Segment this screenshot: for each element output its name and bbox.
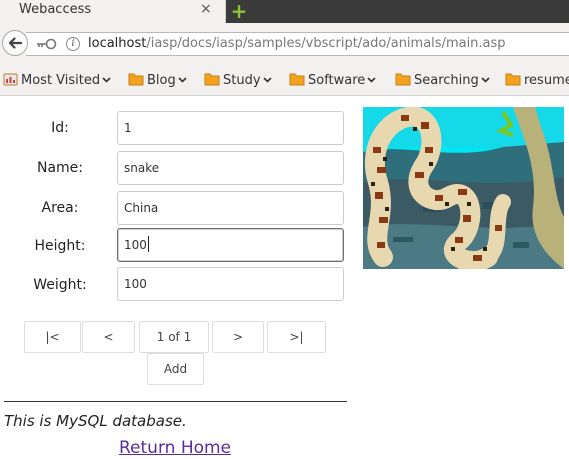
bookmark-searching[interactable]: Searching xyxy=(395,71,490,89)
height-label: Height: xyxy=(34,238,86,254)
back-arrow-icon xyxy=(8,37,23,49)
add-button[interactable]: Add xyxy=(147,353,204,385)
previous-record-button[interactable]: < xyxy=(82,321,135,353)
chevron-down-icon xyxy=(262,77,272,83)
divider xyxy=(4,401,347,402)
bookmarks-bar: Most Visited Blog Study Software Searchi… xyxy=(0,64,569,96)
weight-field[interactable] xyxy=(117,267,344,301)
name-field[interactable] xyxy=(117,151,344,185)
chevron-down-icon xyxy=(102,77,111,83)
area-label: Area: xyxy=(41,200,79,216)
tab-close-icon[interactable]: × xyxy=(200,1,212,17)
chevron-down-icon xyxy=(178,77,187,83)
chevron-down-icon xyxy=(367,77,376,83)
info-icon[interactable]: i xyxy=(66,37,80,51)
bookmark-study[interactable]: Study xyxy=(204,71,272,89)
back-button[interactable] xyxy=(2,30,28,56)
name-label: Name: xyxy=(36,160,84,176)
url-text: localhost/iasp/docs/iasp/samples/vbscrip… xyxy=(88,36,506,51)
url-bar[interactable]: i localhost/iasp/docs/iasp/samples/vbscr… xyxy=(26,32,569,56)
folder-icon xyxy=(128,73,144,86)
bookmark-software[interactable]: Software xyxy=(289,71,376,89)
return-home-link[interactable]: Return Home xyxy=(119,438,231,458)
bookmark-blog[interactable]: Blog xyxy=(128,71,187,89)
bookmark-most-visited[interactable]: Most Visited xyxy=(3,71,111,89)
bookmark-label: Most Visited xyxy=(21,73,101,88)
tab-strip: Webaccess × + xyxy=(0,0,569,23)
url-path: /iasp/docs/iasp/samples/vbscript/ado/ani… xyxy=(146,36,506,51)
weight-label: Weight: xyxy=(33,277,87,293)
browser-tab[interactable]: Webaccess × xyxy=(0,0,226,23)
folder-icon xyxy=(505,73,521,86)
bookmark-label: Study xyxy=(223,73,261,88)
bookmark-label: Searching xyxy=(414,73,479,88)
id-label: Id: xyxy=(51,120,69,136)
text-caret xyxy=(148,236,149,252)
database-note: This is MySQL database. xyxy=(4,412,187,430)
chevron-down-icon xyxy=(481,77,490,83)
bookmark-label: Software xyxy=(308,73,366,88)
most-visited-icon xyxy=(3,73,18,86)
first-record-button[interactable]: |< xyxy=(24,321,81,353)
folder-icon xyxy=(395,73,411,86)
id-field[interactable] xyxy=(117,111,344,145)
nav-bar: i localhost/iasp/docs/iasp/samples/vbscr… xyxy=(0,23,569,64)
new-tab-icon[interactable]: + xyxy=(229,0,249,23)
bookmark-label: Blog xyxy=(147,73,176,88)
snake-picture xyxy=(363,107,564,269)
bookmark-label: resume xyxy=(524,73,569,88)
folder-icon xyxy=(289,73,305,86)
bookmark-resume[interactable]: resume xyxy=(505,71,569,89)
area-field[interactable] xyxy=(117,191,344,225)
next-record-button[interactable]: > xyxy=(212,321,264,353)
key-icon[interactable] xyxy=(34,37,58,51)
height-field[interactable] xyxy=(117,228,344,262)
folder-icon xyxy=(204,73,220,86)
last-record-button[interactable]: >| xyxy=(267,321,326,353)
record-position: 1 of 1 xyxy=(139,321,209,353)
url-host: localhost xyxy=(88,36,147,51)
tab-title: Webaccess xyxy=(19,2,92,17)
